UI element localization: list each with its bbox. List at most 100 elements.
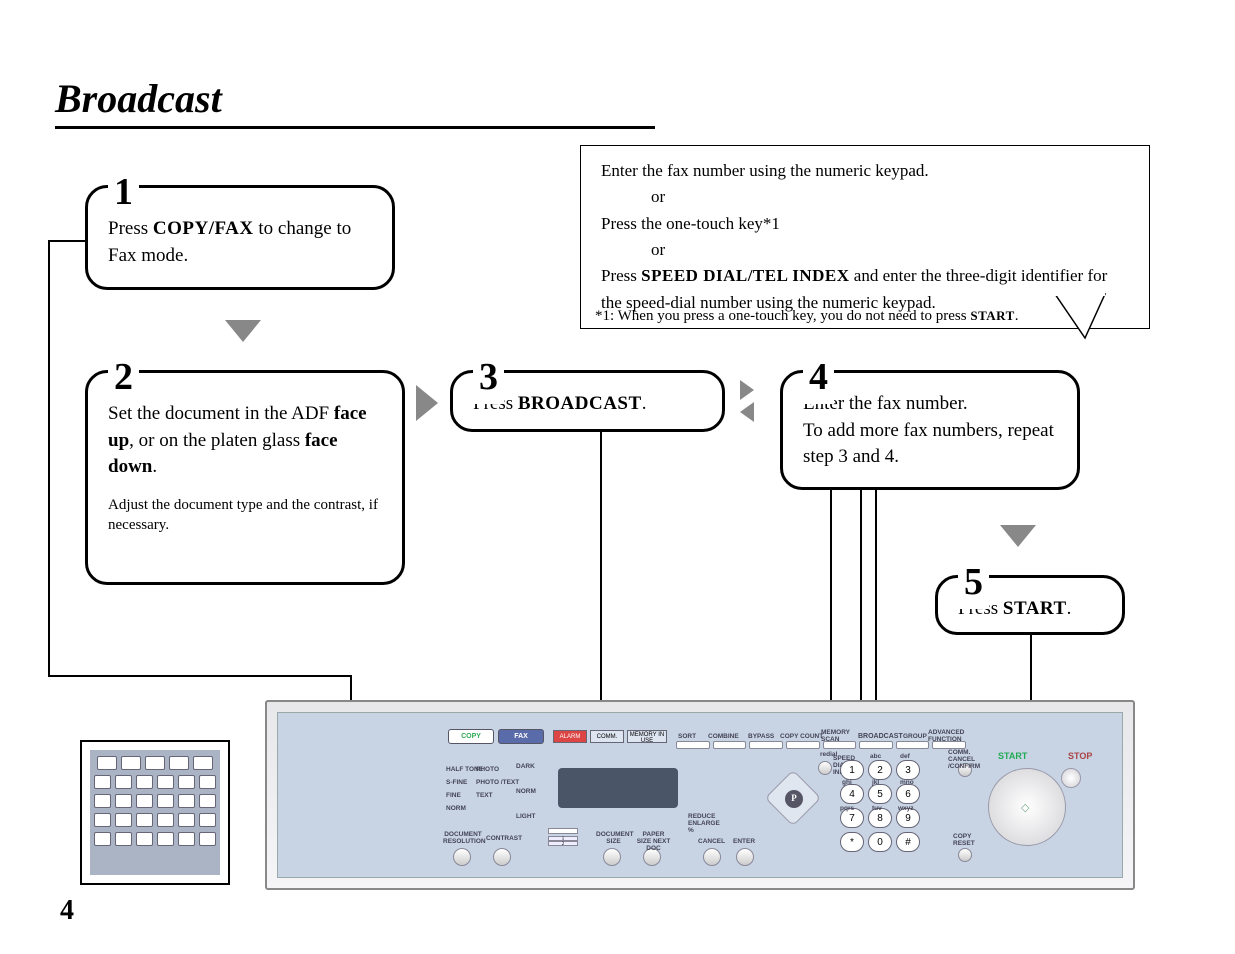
left-col3: DARK NORM LIGHT (516, 761, 536, 822)
left-col2: PHOTO PHOTO /TEXT TEXT (476, 763, 519, 802)
top-thin-buttons (676, 741, 966, 749)
ot-k (136, 775, 153, 789)
start-label: START (998, 751, 1027, 761)
ot-k (115, 813, 132, 827)
speeddial-button (818, 761, 832, 775)
docres-label: DOCUMENT RESOLUTION (443, 831, 483, 845)
key-star: * (840, 832, 864, 852)
enter-label: ENTER (733, 838, 755, 845)
ot-k (136, 813, 153, 827)
lc3-4: LIGHT (516, 811, 536, 822)
ot-k (199, 832, 216, 846)
step-1-box: 1 Press COPY/FAX to change to Fax mode. (85, 185, 395, 290)
lc2-1: PHOTO /TEXT (476, 776, 519, 789)
page-title: Broadcast (55, 75, 655, 129)
redial-label: redial (820, 751, 837, 758)
ot-k (178, 832, 195, 846)
ot-k (178, 813, 195, 827)
ot-k (199, 775, 216, 789)
arrow-4-to-5 (1000, 525, 1036, 547)
nav-center: P (785, 790, 803, 808)
sort-label: SORT (678, 733, 696, 740)
arrow-3-to-4-l (740, 402, 754, 422)
key-1: 1 (840, 760, 864, 780)
step-4-box: 4 Enter the fax number. To add more fax … (780, 370, 1080, 490)
start-diamond-icon: ◇ (1021, 801, 1029, 814)
lcd-display (558, 768, 678, 808)
lc2-2: TEXT (476, 789, 519, 802)
ot-k (136, 794, 153, 808)
lead-3 (600, 432, 602, 722)
ot-m1 (121, 756, 141, 770)
kl-def: def (900, 753, 910, 760)
ot-k (178, 794, 195, 808)
thin-btn (823, 741, 857, 749)
info-l2: Press the one-touch key*1 (601, 211, 1129, 237)
key-6: 6 (896, 784, 920, 804)
ot-macro (97, 756, 117, 770)
ot-p2 (193, 756, 213, 770)
nav-pad: P (763, 768, 823, 828)
step-5-box: 5 Press START. (935, 575, 1125, 635)
ot-k (199, 813, 216, 827)
kl-tuv: tuv (872, 805, 882, 812)
key-0: 0 (868, 832, 892, 852)
ot-k (157, 832, 174, 846)
s3-post: . (642, 393, 647, 414)
start-stop-dial: ◇ (988, 768, 1066, 846)
cancel-button (703, 848, 721, 866)
step-3-number: 3 (473, 351, 504, 404)
lc1-3: NORM (446, 802, 483, 815)
kl-pqrs: pqrs (840, 805, 854, 812)
docsize-button (603, 848, 621, 866)
fax-mode-button: FAX (498, 729, 544, 744)
docres-button (453, 848, 471, 866)
ot-p1 (169, 756, 189, 770)
info-box-tail (1055, 293, 1135, 353)
ot-k (115, 794, 132, 808)
panel-inner: COPY FAX ALARM COMM. MEMORY IN USE SORT … (277, 712, 1123, 878)
key-5: 5 (868, 784, 892, 804)
s2-a: Set the document in the ADF (108, 403, 334, 424)
step-1-number: 1 (108, 166, 139, 219)
ot-k (157, 813, 174, 827)
arrow-1-to-2 (225, 320, 261, 342)
lead-1a (48, 240, 85, 242)
paper-slot: 1 2 (548, 828, 588, 858)
step-3-key: BROADCAST (518, 393, 642, 414)
thin-btn (932, 741, 966, 749)
arrow-3-to-4-r (740, 380, 754, 400)
copy-mode-button: COPY (448, 729, 494, 744)
s4-l2: To add more fax numbers, repeat step 3 a… (803, 418, 1057, 471)
copycount-label: COPY COUNT (780, 733, 823, 740)
alarm-indicator: ALARM (553, 730, 587, 743)
combine-label: COMBINE (708, 733, 739, 740)
arrow-2-to-3 (416, 385, 438, 421)
ot-k (94, 775, 111, 789)
kl-ghi: ghi (842, 779, 852, 786)
fn-post: . (1015, 308, 1019, 324)
info-l1: Enter the fax number using the numeric k… (601, 158, 1129, 184)
thin-btn (896, 741, 930, 749)
key-2: 2 (868, 760, 892, 780)
comm-indicator: COMM. (590, 730, 624, 743)
ot-k (94, 794, 111, 808)
footnote: *1: When you press a one-touch key, you … (595, 308, 1019, 325)
onetouch-panel (80, 740, 230, 885)
ot-m2 (145, 756, 165, 770)
ot-k (94, 813, 111, 827)
enter-button (736, 848, 754, 866)
ot-k (94, 832, 111, 846)
step-1-key: COPY/FAX (153, 218, 254, 239)
fn-pre: *1: When you press a one-touch key, you … (595, 308, 970, 324)
step-5-key: START (1003, 598, 1067, 619)
onetouch-grid (90, 750, 220, 875)
bypass-label: BYPASS (748, 733, 774, 740)
step-3-box: 3 Press BROADCAST. (450, 370, 725, 432)
group-label: GROUP (903, 733, 927, 740)
ot-k (157, 794, 174, 808)
kl-wxyz: wxyz (898, 805, 914, 812)
memory-indicator: MEMORY IN USE (627, 730, 667, 743)
step-4-number: 4 (803, 351, 834, 404)
lead-1c (48, 675, 350, 677)
